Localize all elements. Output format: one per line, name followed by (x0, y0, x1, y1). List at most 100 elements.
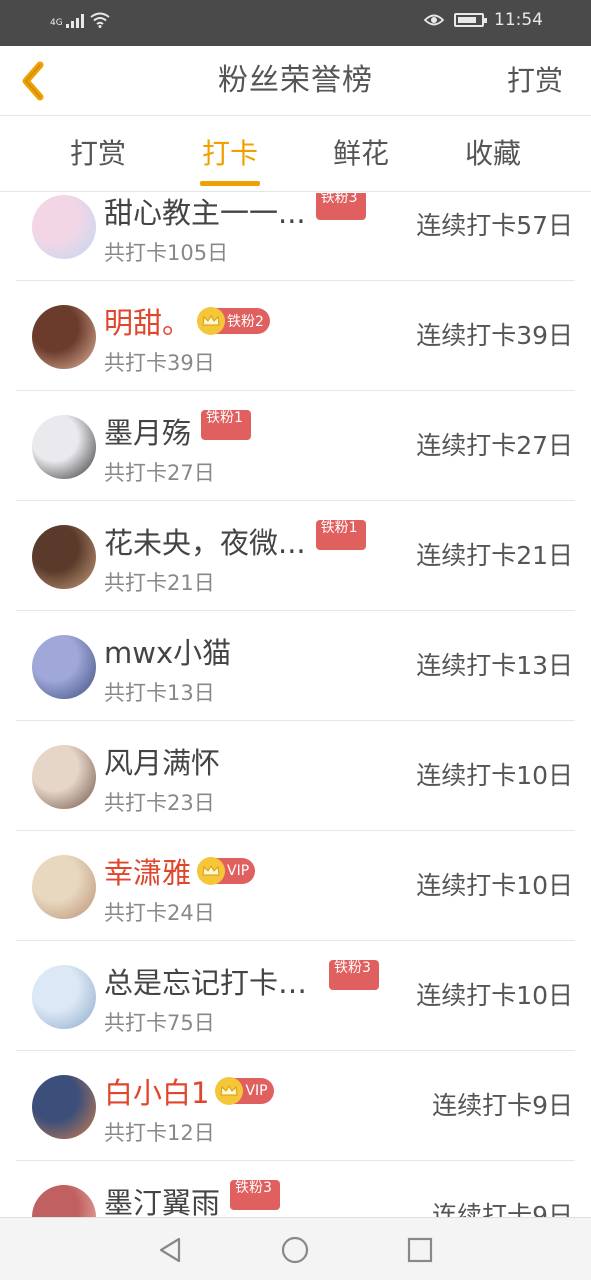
list-content: 甜心教主一一... 铁粉3 共打卡105日 连续打卡57日 明甜。 铁粉2 共打卡39日 连续… (0, 193, 591, 1217)
streak-days: 连续打卡9日 (432, 1091, 573, 1120)
back-triangle-icon (159, 1237, 181, 1263)
list-item[interactable]: 总是忘记打卡T... 铁粉3 共打卡75日 连续打卡10日 (16, 941, 575, 1051)
streak-days: 连续打卡13日 (416, 651, 573, 680)
user-name[interactable]: 墨汀翼雨 (104, 1180, 220, 1217)
user-name[interactable]: 白小白1 (104, 1070, 209, 1112)
name-line: 幸潇雅 VIP (104, 850, 256, 892)
list-item[interactable]: 明甜。 铁粉2 共打卡39日 连续打卡39日 (16, 281, 575, 391)
nav-back-button[interactable] (152, 1232, 188, 1268)
badge-label: VIP (227, 863, 250, 879)
name-line: 墨汀翼雨 铁粉3 (104, 1180, 281, 1217)
status-right: 11:54 (424, 10, 543, 30)
checkin-ranking-list[interactable]: 甜心教主一一... 铁粉3 共打卡105日 连续打卡57日 明甜。 铁粉2 共打卡39日 连续… (0, 193, 591, 1217)
user-name[interactable]: 风月满怀 (104, 740, 220, 782)
name-line: 花未央，夜微... 铁粉1 (104, 520, 366, 562)
total-checkin-days: 共打卡12日 (104, 1121, 215, 1145)
streak-days: 连续打卡21日 (416, 541, 573, 570)
crown-icon (197, 307, 226, 335)
crown-icon (215, 1077, 244, 1105)
crown-badge: VIP (215, 1077, 274, 1105)
battery-icon (454, 13, 487, 27)
tab-reward[interactable]: 打赏 (38, 116, 158, 192)
fan-level-badge: 铁粉3 (230, 1180, 281, 1210)
user-name[interactable]: mwx小猫 (104, 630, 231, 672)
name-line: 明甜。 铁粉2 (104, 301, 270, 341)
list-item[interactable]: 花未央，夜微... 铁粉1 共打卡21日 连续打卡21日 (16, 501, 575, 611)
wifi-icon (90, 12, 110, 28)
user-name[interactable]: 总是忘记打卡T... (104, 960, 319, 1002)
user-name[interactable]: 明甜。 (104, 300, 191, 342)
nav-home-button[interactable] (277, 1232, 313, 1268)
total-checkin-days: 共打卡39日 (104, 351, 215, 375)
streak-days: 连续打卡27日 (416, 431, 573, 460)
list-item[interactable]: 甜心教主一一... 铁粉3 共打卡105日 连续打卡57日 (16, 193, 575, 281)
name-line: 总是忘记打卡T... 铁粉3 (104, 960, 379, 1002)
tab-flowers[interactable]: 鲜花 (301, 116, 421, 192)
system-nav-bar (0, 1217, 591, 1280)
clock: 11:54 (494, 10, 543, 30)
status-bar: 4G 11:54 (0, 0, 591, 46)
total-checkin-days: 共打卡21日 (104, 571, 215, 595)
avatar[interactable] (32, 745, 96, 809)
fan-level-badge: 铁粉1 (201, 410, 252, 440)
streak-days: 连续打卡9日 (432, 1201, 573, 1217)
streak-days: 连续打卡57日 (416, 211, 573, 240)
tab-active-indicator (200, 181, 260, 186)
avatar[interactable] (32, 305, 96, 369)
crown-icon (197, 857, 226, 885)
avatar[interactable] (32, 415, 96, 479)
signal-icon (65, 12, 84, 28)
avatar[interactable] (32, 635, 96, 699)
tab-label: 打赏 (69, 137, 126, 170)
tab-label: 打卡 (201, 137, 258, 170)
app-header: 粉丝荣誉榜 打赏 (0, 46, 591, 116)
streak-days: 连续打卡10日 (416, 981, 573, 1010)
tab-label: 收藏 (464, 137, 521, 170)
total-checkin-days: 共打卡75日 (104, 1011, 215, 1035)
eye-icon (424, 14, 444, 26)
tab-checkin[interactable]: 打卡 (170, 116, 290, 192)
total-checkin-days: 共打卡27日 (104, 461, 215, 485)
list-item[interactable]: 白小白1 VIP 共打卡12日 连续打卡9日 (16, 1051, 575, 1161)
tab-favorites[interactable]: 收藏 (433, 116, 553, 192)
total-checkin-days: 共打卡24日 (104, 901, 215, 925)
page-title: 粉丝荣誉榜 (218, 63, 373, 98)
avatar[interactable] (32, 195, 96, 259)
user-name[interactable]: 幸潇雅 (104, 850, 191, 892)
total-checkin-days: 共打卡105日 (104, 241, 229, 265)
name-line: 墨月殇 铁粉1 (104, 410, 252, 452)
list-item[interactable]: 幸潇雅 VIP 共打卡24日 连续打卡10日 (16, 831, 575, 941)
list-item[interactable]: 风月满怀 共打卡23日 连续打卡10日 (16, 721, 575, 831)
list-item[interactable]: mwx小猫共打卡13日 连续打卡13日 (16, 611, 575, 721)
streak-days: 连续打卡39日 (416, 321, 573, 350)
reward-action-button[interactable]: 打赏 (507, 46, 563, 116)
total-checkin-days: 共打卡23日 (104, 791, 215, 815)
nav-recents-button[interactable] (402, 1232, 438, 1268)
user-name[interactable]: 墨月殇 (104, 410, 191, 452)
fan-level-badge: 铁粉3 (315, 193, 366, 220)
avatar[interactable] (32, 1075, 96, 1139)
user-name[interactable]: 花未央，夜微... (104, 520, 306, 562)
total-checkin-days: 共打卡13日 (104, 681, 215, 705)
streak-days: 连续打卡10日 (416, 871, 573, 900)
avatar[interactable] (32, 965, 96, 1029)
network-type: 4G (50, 18, 63, 28)
avatar[interactable] (32, 1185, 96, 1217)
name-line: 白小白1 VIP (104, 1071, 274, 1111)
home-circle-icon (281, 1236, 309, 1264)
fan-level-badge: 铁粉3 (329, 960, 379, 990)
list-item[interactable]: 墨汀翼雨 铁粉3 连续打卡9日 (16, 1161, 575, 1217)
tab-label: 鲜花 (332, 137, 389, 170)
avatar[interactable] (32, 855, 96, 919)
recents-square-icon (407, 1237, 433, 1263)
badge-label: VIP (245, 1083, 268, 1099)
tab-bar: 打赏 打卡 鲜花 收藏 (0, 116, 591, 192)
name-line: 风月满怀 (104, 741, 220, 781)
avatar[interactable] (32, 525, 96, 589)
badge-label: 铁粉2 (227, 314, 264, 330)
crown-badge: 铁粉2 (197, 307, 270, 335)
name-line: mwx小猫 (104, 631, 231, 671)
list-item[interactable]: 墨月殇 铁粉1 共打卡27日 连续打卡27日 (16, 391, 575, 501)
fan-level-badge: 铁粉1 (315, 520, 366, 550)
user-name[interactable]: 甜心教主一一... (104, 193, 306, 232)
